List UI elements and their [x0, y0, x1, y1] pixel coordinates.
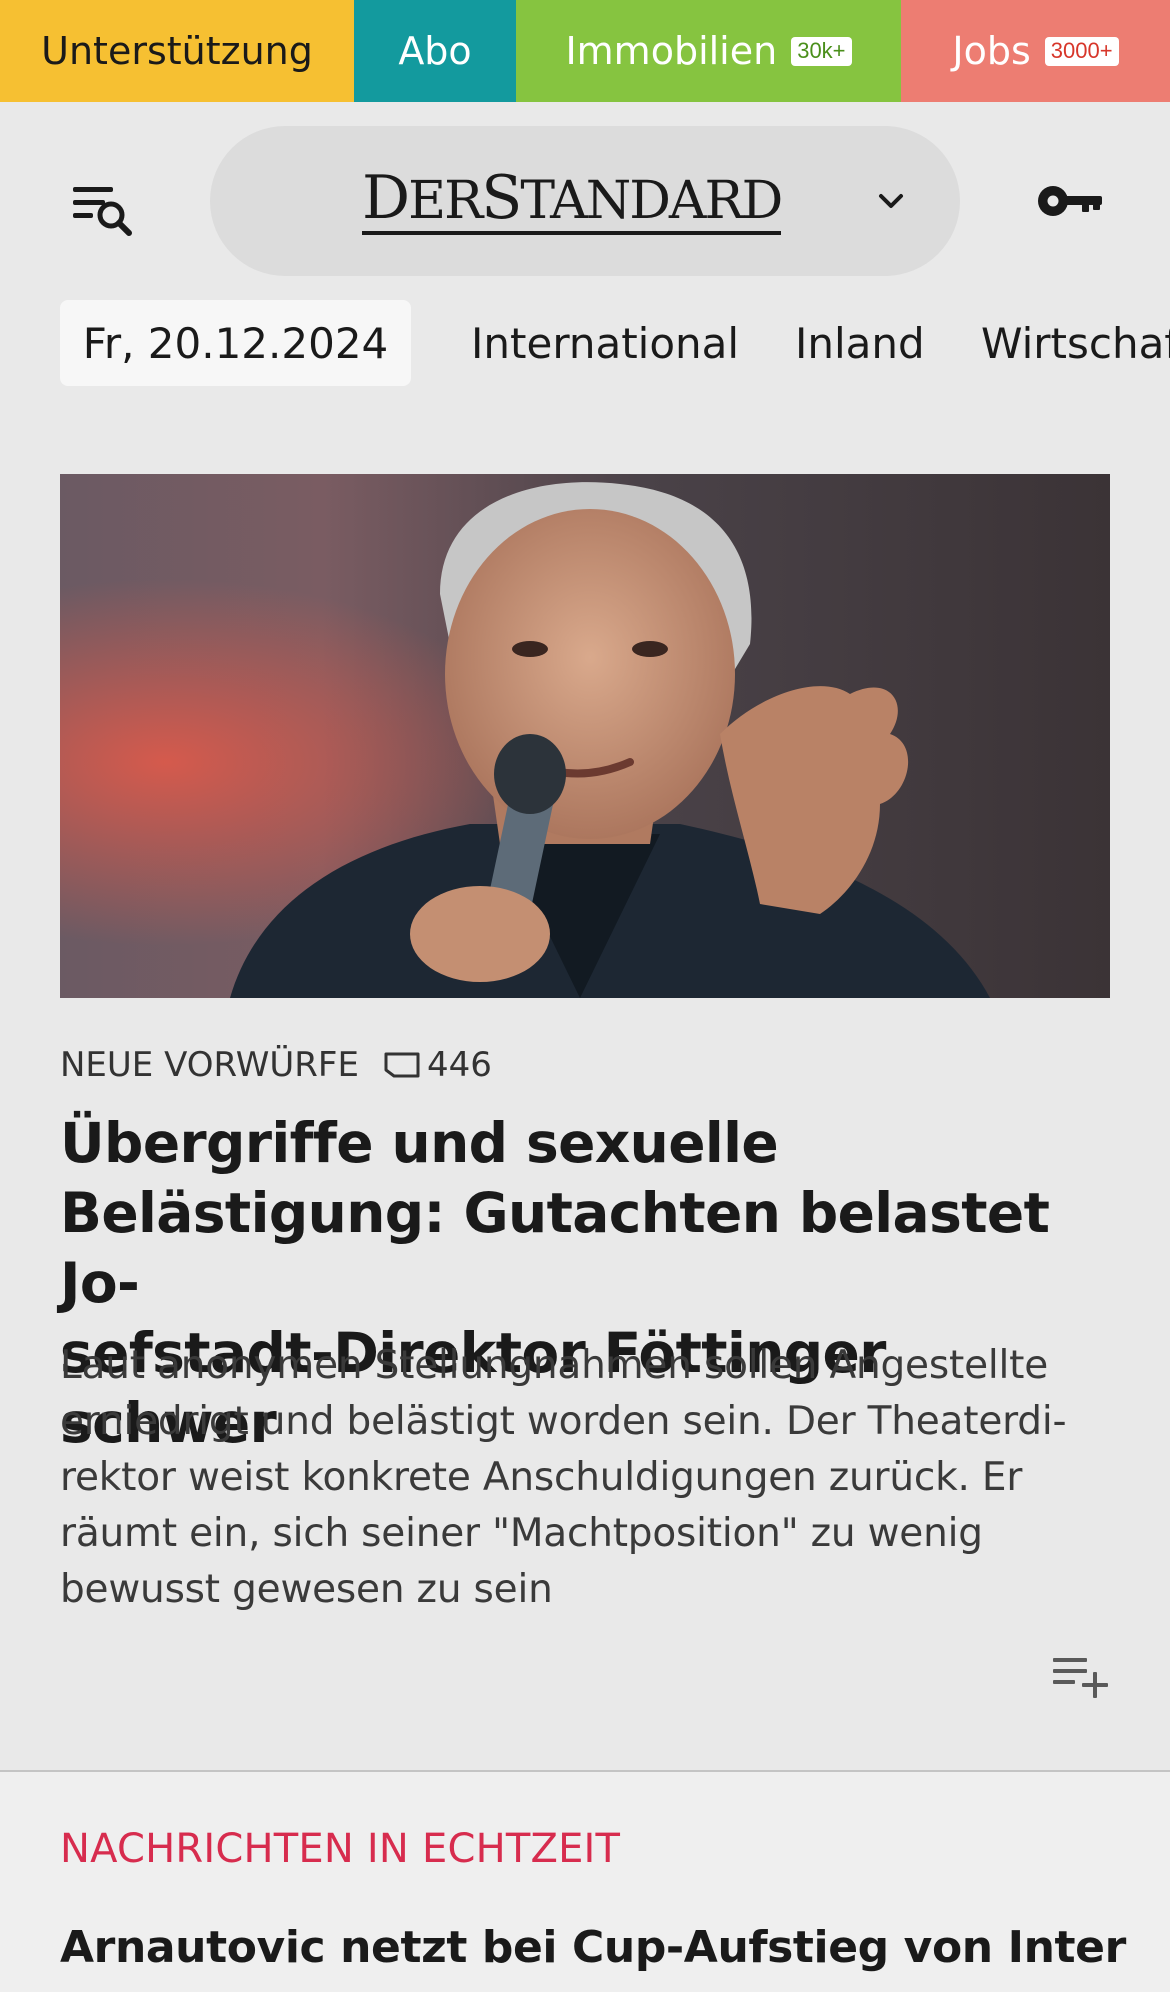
section-nav: Fr, 20.12.2024 International Inland Wirt…: [0, 300, 1170, 386]
site-header: DERSTANDARD: [0, 102, 1170, 300]
jobs-label: Jobs: [952, 29, 1031, 73]
live-news-item-title[interactable]: Arnautovic netzt bei Cup-Aufstieg von In…: [60, 1922, 1126, 1973]
immobilien-link[interactable]: Immobilien 30k+: [516, 0, 901, 102]
add-to-reading-list-button[interactable]: [1048, 1652, 1114, 1702]
edition-dropdown-button[interactable]: [874, 184, 908, 218]
live-news-heading[interactable]: NACHRICHTEN IN ECHTZEIT: [60, 1826, 620, 1872]
nav-item-international[interactable]: International: [471, 300, 739, 386]
logo-letters-tandard: TANDARD: [520, 171, 783, 231]
lead-teaser-line: Laut anonymen Stellungnahmen sollen Ange…: [60, 1343, 1049, 1388]
lead-teaser-line: rektor weist konkrete Anschuldigungen zu…: [60, 1455, 1023, 1500]
key-icon: [1038, 186, 1102, 216]
login-button[interactable]: [1030, 176, 1110, 226]
live-news-section: NACHRICHTEN IN ECHTZEIT Arnautovic netzt…: [0, 1770, 1170, 1992]
lead-teaser-line: räumt ein, sich seiner "Machtposition" z…: [60, 1511, 983, 1556]
logo-letter-d: D: [362, 163, 410, 233]
nav-item-inland[interactable]: Inland: [795, 300, 925, 386]
immobilien-count-badge: 30k+: [791, 36, 852, 66]
nav-item-wirtschaft[interactable]: Wirtschaft: [981, 300, 1170, 386]
comment-icon: [383, 1050, 421, 1080]
lead-kicker: NEUE VORWÜRFE: [60, 1045, 359, 1085]
lead-teaser: Laut anonymen Stellungnahmen sollen Ange…: [60, 1338, 1115, 1618]
logo-edition-switcher[interactable]: DERSTANDARD: [210, 126, 960, 276]
lead-headline-line: Belästigung: Gutachten belastet Jo-: [60, 1181, 1050, 1315]
service-bar: Unterstützung Abo Immobilien 30k+ Jobs 3…: [0, 0, 1170, 102]
abo-label: Abo: [398, 29, 472, 73]
logo-letter-s: S: [481, 163, 522, 233]
lead-headline-line: Übergriffe und sexuelle: [60, 1111, 779, 1175]
lead-kicker-row: NEUE VORWÜRFE 446: [60, 1042, 492, 1088]
jobs-count-badge: 3000+: [1044, 36, 1119, 66]
lead-teaser-line: bewusst gewesen zu sein: [60, 1567, 553, 1612]
support-label: Unterstützung: [41, 29, 313, 73]
lead-photo: [60, 474, 1110, 998]
menu-search-button[interactable]: [66, 178, 142, 244]
lead-article-image[interactable]: [60, 474, 1110, 998]
jobs-link[interactable]: Jobs 3000+: [901, 0, 1170, 102]
site-logo[interactable]: DERSTANDARD: [362, 168, 783, 235]
comment-count[interactable]: 446: [427, 1045, 492, 1085]
support-link[interactable]: Unterstützung: [0, 0, 354, 102]
chevron-down-icon: [879, 194, 903, 208]
menu-search-icon: [73, 187, 132, 236]
playlist-add-icon: [1053, 1658, 1108, 1698]
logo-letters-er: ER: [408, 171, 483, 231]
nav-date[interactable]: Fr, 20.12.2024: [60, 300, 411, 386]
lead-teaser-line: erniedrigt und belästigt worden sein. De…: [60, 1399, 1067, 1444]
immobilien-label: Immobilien: [565, 29, 778, 73]
abo-link[interactable]: Abo: [354, 0, 516, 102]
